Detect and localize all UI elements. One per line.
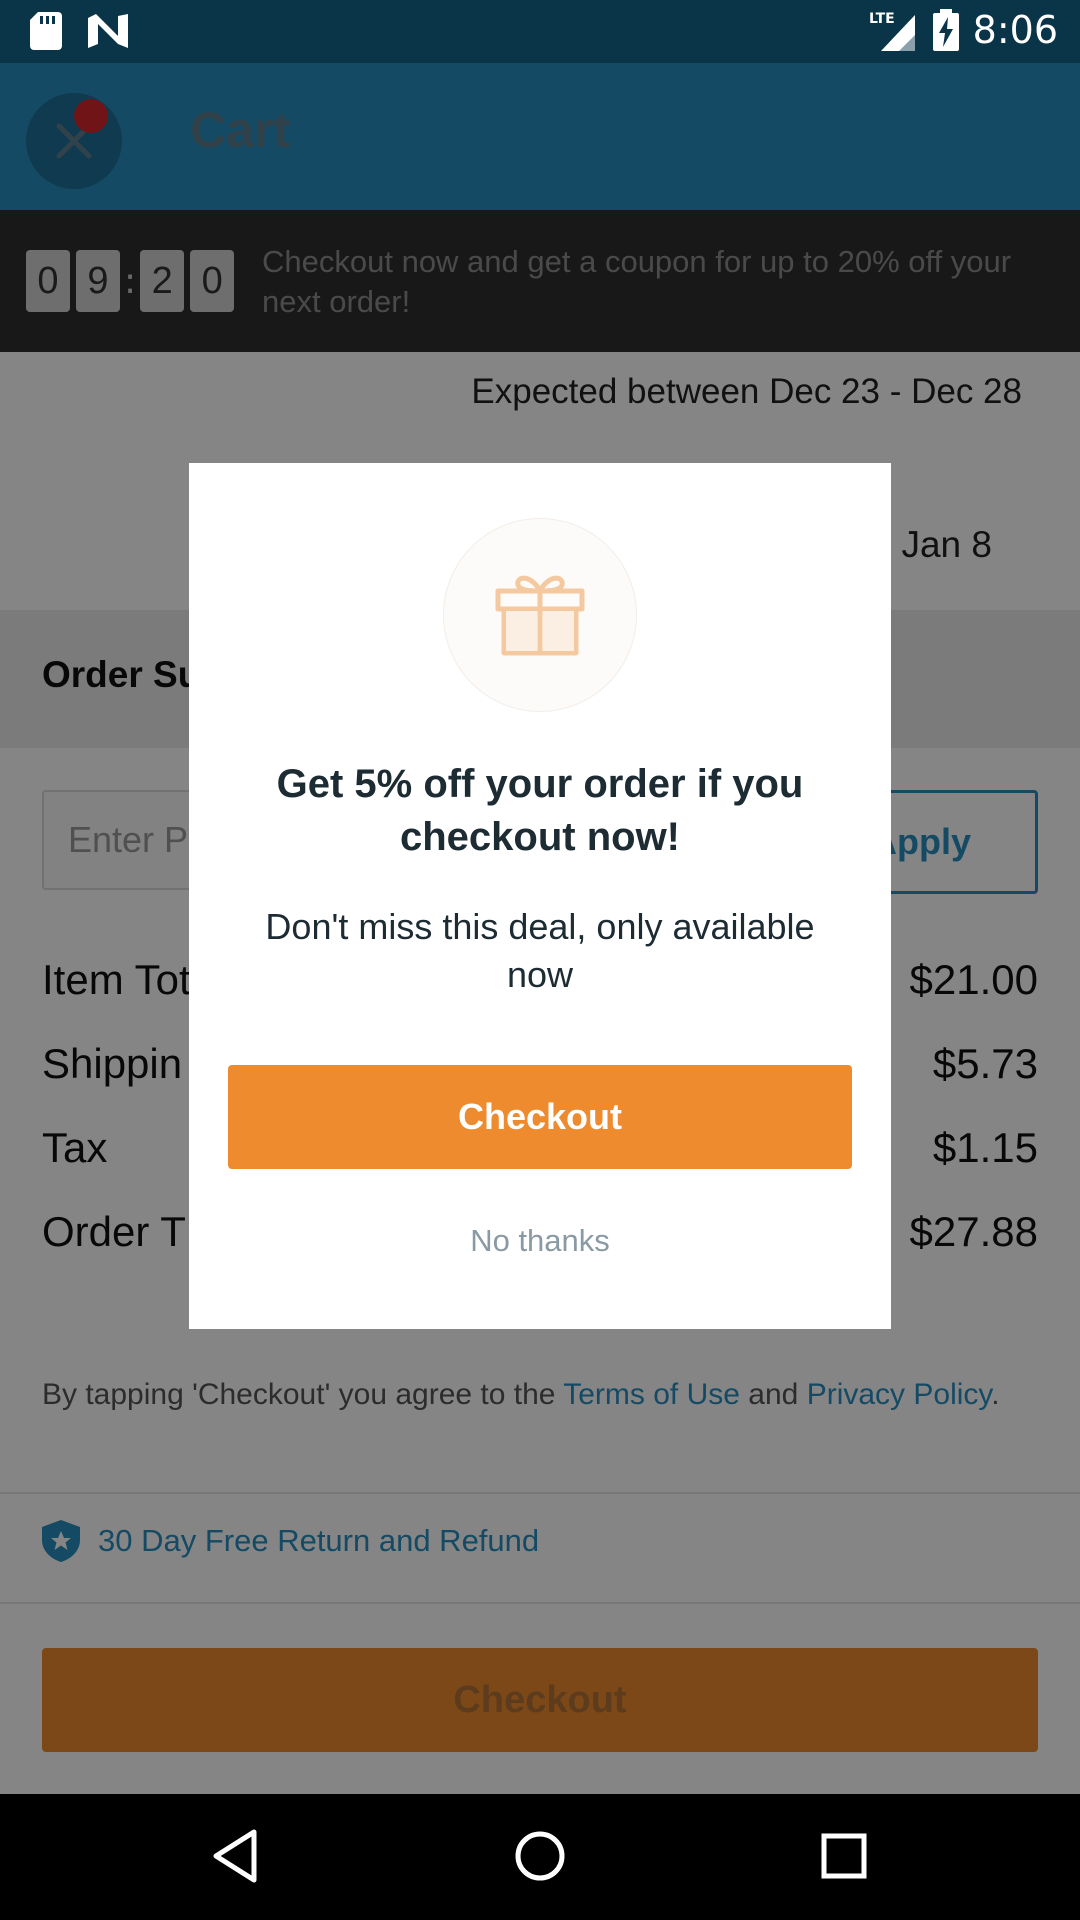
battery-charging-icon [932, 9, 959, 51]
dialog-title: Get 5% off your order if you checkout no… [276, 762, 804, 859]
recents-icon[interactable] [820, 1828, 868, 1884]
dialog-checkout-button[interactable]: Checkout [228, 1065, 852, 1169]
no-thanks-button[interactable]: No thanks [189, 1223, 891, 1259]
lte-signal-icon: LTE [869, 11, 915, 51]
back-icon[interactable] [210, 1828, 260, 1884]
home-icon[interactable] [513, 1828, 567, 1884]
status-bar: LTE 8:06 [0, 0, 1080, 63]
sd-card-icon [30, 12, 62, 50]
svg-text:LTE: LTE [869, 11, 895, 27]
promo-dialog: Get 5% off your order if you checkout no… [189, 463, 891, 1329]
system-nav-bar [0, 1794, 1080, 1920]
n-notification-icon [88, 14, 128, 48]
gift-badge [443, 518, 637, 712]
gift-icon [495, 575, 585, 656]
status-time: 8:06 [972, 8, 1058, 52]
dialog-message: Don't miss this deal, only available now [265, 906, 815, 995]
